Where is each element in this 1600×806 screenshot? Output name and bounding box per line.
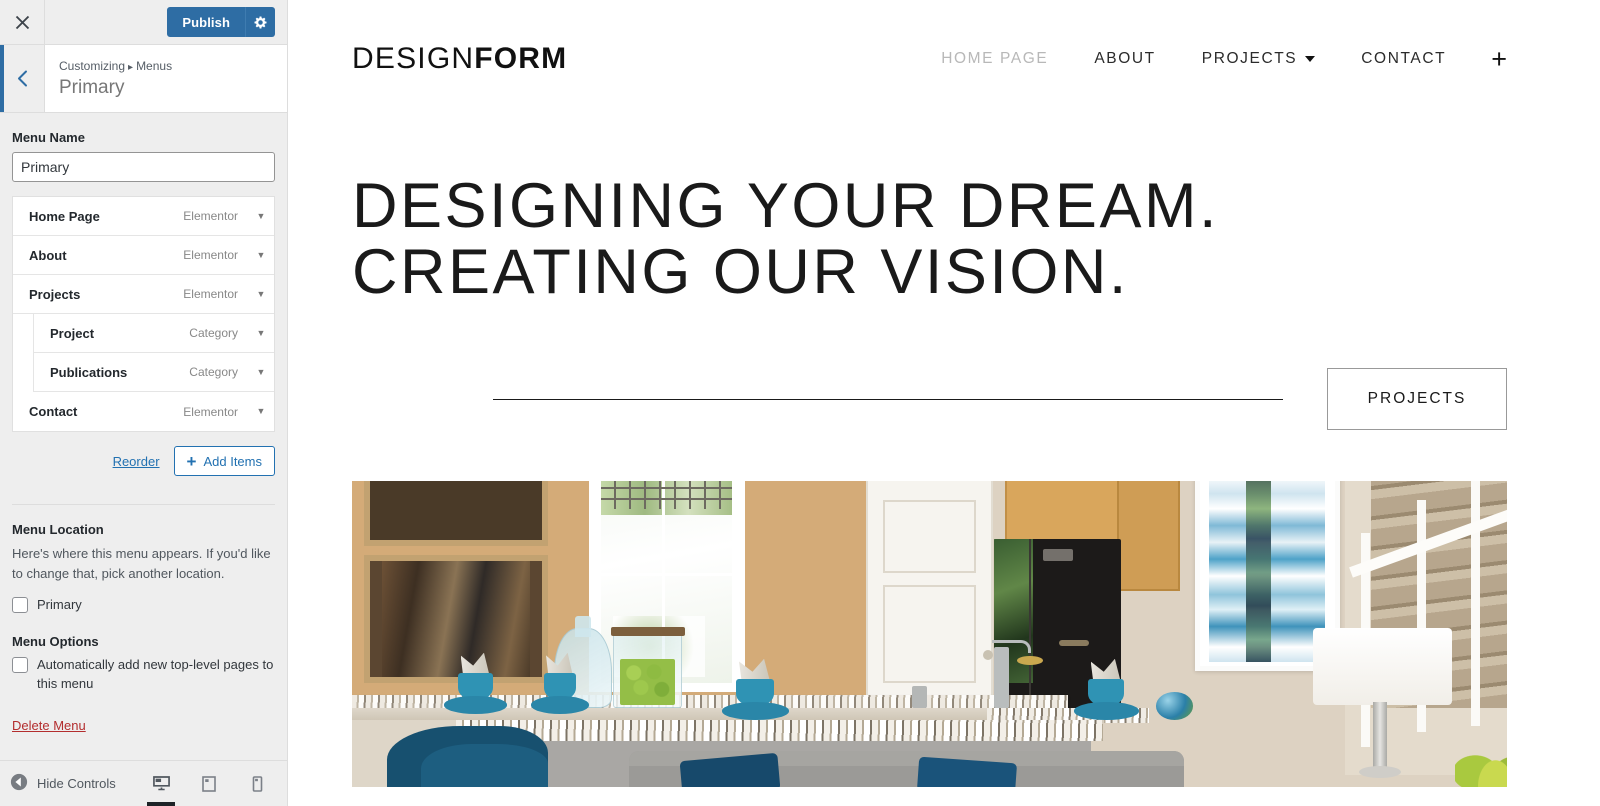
checkbox-icon[interactable]: [12, 597, 28, 614]
publish-area: Publish: [45, 0, 287, 44]
section-divider: [12, 504, 275, 505]
hero-section: DESIGNING YOUR DREAM. CREATING OUR VISIO…: [288, 118, 1600, 431]
nav-item-contact[interactable]: CONTACT: [1338, 50, 1469, 68]
site-logo[interactable]: DESIGNFORM: [352, 42, 567, 76]
hide-controls-label: Hide Controls: [37, 776, 116, 791]
menu-item-type: Category: [189, 365, 238, 379]
chevron-down-icon[interactable]: ▼: [248, 289, 274, 299]
chevron-down-icon[interactable]: ▼: [248, 367, 274, 377]
nav-item-projects[interactable]: PROJECTS: [1179, 50, 1338, 68]
menu-item-row[interactable]: Home Page Elementor ▼: [13, 197, 274, 236]
hero-headline-line-2: CREATING OUR VISION.: [352, 239, 1600, 305]
close-icon[interactable]: [0, 0, 45, 44]
hero-line1-text: DESIGNING YOUR DREAM.: [352, 171, 1219, 241]
hero-headline-line-1: DESIGNING YOUR DREAM.: [352, 173, 1600, 239]
add-items-label: Add Items: [203, 453, 262, 469]
breadcrumb-section: Menus: [136, 58, 173, 73]
mobile-icon[interactable]: [241, 761, 273, 806]
menu-item-row[interactable]: About Elementor ▼: [13, 236, 274, 275]
menu-location-primary-checkbox-row[interactable]: Primary: [12, 596, 275, 615]
projects-cta-button[interactable]: PROJECTS: [1327, 368, 1507, 431]
checkbox-icon[interactable]: [12, 657, 28, 674]
customizer-body: Menu Name Home Page Elementor ▼ About Elemen…: [0, 113, 287, 760]
menu-item-type: Category: [189, 326, 238, 340]
interior-photo: [352, 481, 1507, 788]
breadcrumb: Customizing ▸ Menus: [59, 57, 287, 75]
menu-item-title: Contact: [29, 404, 78, 419]
menu-item-title: Projects: [29, 286, 81, 302]
logo-bold-part: FORM: [474, 42, 568, 75]
site-header: DESIGNFORM HOME PAGE ABOUT PROJECTS CONTACT…: [288, 0, 1600, 118]
menu-item-type: Elementor: [183, 248, 238, 262]
menu-item-title: About: [29, 247, 67, 263]
menu-name-input[interactable]: [12, 152, 275, 182]
menu-item-row[interactable]: Projects Elementor ▼: [13, 275, 274, 314]
page-title: Primary: [59, 76, 125, 98]
panel-header: Customizing ▸ Menus Primary: [0, 45, 287, 113]
chevron-down-icon[interactable]: [1305, 56, 1316, 62]
customizer-topbar: Publish: [0, 0, 287, 45]
menu-item-type: Elementor: [183, 404, 238, 419]
breadcrumb-separator: ▸: [128, 61, 134, 73]
menu-options-heading: Menu Options: [12, 634, 99, 650]
menu-items-list: Home Page Elementor ▼ About Elementor ▼ Projec…: [12, 196, 275, 432]
menu-name-label: Menu Name: [12, 130, 85, 145]
hero-actions: PROJECTS: [352, 368, 1600, 431]
hero-line2-strong-text: OUR VISION.: [712, 237, 1129, 308]
logo-light-part: DESIGN: [352, 42, 475, 75]
nav-item-about[interactable]: ABOUT: [1071, 50, 1178, 68]
hero-line2-thin-text: CREATING: [352, 237, 713, 308]
tablet-icon[interactable]: [193, 761, 225, 806]
menu-item-title: Publications: [50, 364, 128, 380]
nav-item-label: CONTACT: [1361, 50, 1447, 67]
delete-menu-link[interactable]: Delete Menu: [12, 718, 86, 733]
chevron-left-icon[interactable]: [0, 45, 45, 112]
hide-controls-button[interactable]: Hide Controls: [10, 773, 116, 794]
chevron-down-icon[interactable]: ▼: [248, 211, 274, 221]
customizer-screen: Publish Customizing ▸ Menus Primary Menu…: [0, 0, 1600, 806]
chevron-down-icon[interactable]: ▼: [248, 250, 274, 260]
nav-item-label: ABOUT: [1094, 50, 1156, 67]
gear-icon[interactable]: [245, 7, 275, 37]
menu-item-type: Elementor: [183, 287, 238, 301]
hero-divider-rule: [493, 398, 1283, 400]
panel-titles: Customizing ▸ Menus Primary: [45, 45, 287, 112]
site-navigation: HOME PAGE ABOUT PROJECTS CONTACT: [918, 50, 1469, 68]
publish-group: Publish: [167, 7, 275, 37]
nav-item-label: PROJECTS: [1201, 50, 1298, 67]
menu-location-help: Here's where this menu appears. If you'd…: [12, 546, 271, 582]
customizer-sidebar: Publish Customizing ▸ Menus Primary Menu…: [0, 0, 288, 806]
menu-item-title: Home Page: [29, 208, 100, 224]
customizer-footer: Hide Controls: [0, 760, 287, 806]
menu-location-heading: Menu Location: [12, 522, 104, 537]
chevron-down-icon[interactable]: ▼: [248, 328, 274, 338]
chevron-down-icon[interactable]: ▼: [248, 407, 274, 416]
device-preview-switcher: [145, 761, 287, 806]
menu-item-type: Elementor: [183, 209, 238, 223]
menu-item-title: Project: [50, 325, 95, 341]
auto-add-pages-label: Automatically add new top-level pages to…: [37, 657, 274, 691]
plus-icon[interactable]: +: [1469, 45, 1507, 73]
nav-item-home-page[interactable]: HOME PAGE: [918, 50, 1071, 68]
collapse-arrow-icon: [10, 773, 28, 794]
auto-add-pages-checkbox-row[interactable]: Automatically add new top-level pages to…: [12, 656, 275, 694]
breadcrumb-root: Customizing: [59, 58, 126, 73]
publish-button[interactable]: Publish: [167, 7, 245, 37]
menu-list-actions: Reorder + Add Items: [12, 446, 275, 476]
reorder-link[interactable]: Reorder: [113, 454, 160, 469]
add-items-button[interactable]: + Add Items: [173, 446, 275, 476]
plus-icon: +: [186, 451, 197, 471]
menu-item-row[interactable]: Contact Elementor ▼: [13, 392, 274, 431]
nav-item-label: HOME PAGE: [941, 50, 1049, 67]
site-preview-pane[interactable]: DESIGNFORM HOME PAGE ABOUT PROJECTS CONTACT…: [288, 0, 1600, 806]
menu-item-row[interactable]: Publications Category ▼: [33, 353, 274, 392]
desktop-icon[interactable]: [145, 761, 177, 806]
menu-location-primary-label: Primary: [37, 597, 82, 613]
menu-item-row[interactable]: Project Category ▼: [33, 314, 274, 353]
